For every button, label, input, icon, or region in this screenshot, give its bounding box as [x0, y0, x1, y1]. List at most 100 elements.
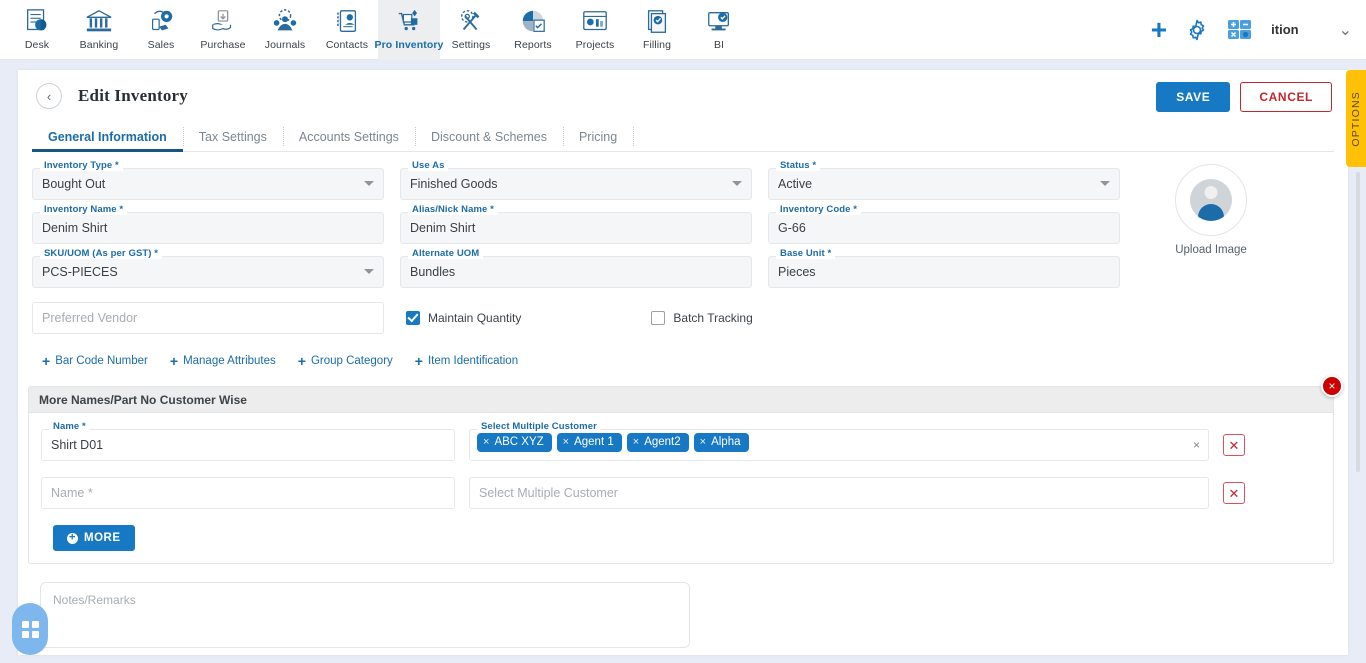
more-name-field-1[interactable]: Name *	[41, 421, 455, 461]
alias-name-field[interactable]: Alias/Nick Name *	[400, 204, 752, 244]
nav-item-list: Desk Banking Sales Purchase Journals Con…	[0, 0, 750, 60]
cancel-button[interactable]: CANCEL	[1240, 82, 1332, 112]
base-unit-input[interactable]	[768, 256, 1120, 288]
batch-tracking-checkbox[interactable]: Batch Tracking	[651, 311, 753, 325]
alternate-uom-field[interactable]: Alternate UOM	[400, 248, 752, 288]
nav-item-sales[interactable]: Sales	[130, 0, 192, 60]
select-multiple-customer-input-2[interactable]	[469, 477, 1209, 509]
vendor-and-options-row: Maintain Quantity Batch Tracking	[32, 302, 1334, 334]
nav-item-label: Sales	[147, 39, 175, 51]
preferred-vendor-field[interactable]	[32, 302, 384, 334]
page-title: Edit Inventory	[78, 86, 189, 105]
grid-cell	[31, 620, 39, 628]
more-names-panel: × More Names/Part No Customer Wise Name …	[28, 375, 1343, 564]
nav-item-label: Purchase	[200, 39, 246, 51]
inventory-type-field[interactable]: Inventory Type *	[32, 160, 384, 200]
add-bar-code-number-link[interactable]: + Bar Code Number	[42, 354, 148, 368]
tab-discount-schemes[interactable]: Discount & Schemes	[414, 122, 563, 151]
apps-grid-icon	[21, 620, 39, 638]
inventory-code-input[interactable]	[768, 212, 1120, 244]
panel-title: More Names/Part No Customer Wise	[29, 387, 1333, 413]
select-multiple-customer-field-2[interactable]	[469, 477, 1209, 509]
nav-item-projects[interactable]: Projects	[564, 0, 626, 60]
chip-remove-icon[interactable]: ×	[483, 436, 489, 448]
more-name-input-2[interactable]	[41, 477, 455, 509]
nav-item-label: BI	[713, 39, 725, 51]
chip-remove-icon[interactable]: ×	[700, 436, 706, 448]
customer-chip[interactable]: × Alpha	[693, 433, 749, 452]
sku-uom-field[interactable]: SKU/UOM (As per GST) *	[32, 248, 384, 288]
maintain-quantity-checkbox[interactable]: Maintain Quantity	[406, 311, 521, 325]
status-field[interactable]: Status *	[768, 160, 1120, 200]
preferred-vendor-input[interactable]	[32, 302, 384, 334]
reports-icon	[522, 10, 545, 32]
customer-chips: × ABC XYZ × Agent 1 × Agent2 × Alpha	[477, 433, 749, 452]
use-as-field[interactable]: Use As	[400, 160, 752, 200]
chip-remove-icon[interactable]: ×	[563, 436, 569, 448]
customer-chip[interactable]: × Agent2	[626, 433, 689, 452]
nav-item-reports[interactable]: Reports	[502, 0, 564, 60]
page-header: ‹ Edit Inventory SAVE CANCEL	[18, 70, 1348, 122]
nav-item-contacts[interactable]: Contacts	[316, 0, 378, 60]
add-more-button[interactable]: MORE	[53, 525, 135, 551]
use-as-label: Use As	[408, 160, 449, 171]
apps-grid-fab-button[interactable]	[12, 603, 48, 655]
notes-remarks-textarea[interactable]	[40, 582, 690, 648]
add-item-identification-link[interactable]: + Item Identification	[415, 354, 518, 368]
add-link-label: Item Identification	[427, 355, 519, 367]
gear-icon[interactable]	[1185, 18, 1209, 42]
nav-item-label: Filling	[642, 39, 672, 51]
status-select[interactable]	[768, 168, 1120, 200]
plus-circle-icon	[67, 532, 78, 544]
save-button[interactable]: SAVE	[1156, 82, 1231, 112]
grid-cell	[21, 620, 29, 628]
panel-close-button[interactable]: ×	[1321, 375, 1343, 397]
inventory-type-select[interactable]	[32, 168, 384, 200]
nav-item-filling[interactable]: Filling	[626, 0, 688, 60]
base-unit-field[interactable]: Base Unit *	[768, 248, 1120, 288]
alias-name-input[interactable]	[400, 212, 752, 244]
plus-icon: +	[169, 353, 179, 369]
more-name-input-1[interactable]	[41, 429, 455, 461]
sku-uom-select[interactable]	[32, 256, 384, 288]
inventory-name-input[interactable]	[32, 212, 384, 244]
chip-remove-icon[interactable]: ×	[633, 436, 639, 448]
delete-row-button-1[interactable]: ✕	[1223, 434, 1245, 456]
nav-item-purchase[interactable]: Purchase	[192, 0, 254, 60]
chevron-down-icon[interactable]: ⌄	[1339, 20, 1352, 40]
customer-chip[interactable]: × Agent 1	[556, 433, 622, 452]
inventory-name-field[interactable]: Inventory Name *	[32, 204, 384, 244]
add-plus-icon[interactable]: +	[1151, 15, 1167, 44]
upload-image-button[interactable]	[1175, 164, 1247, 236]
nav-item-pro-inventory[interactable]: Pro Inventory	[375, 0, 443, 60]
calculator-icon[interactable]	[1227, 18, 1253, 42]
alternate-uom-label: Alternate UOM	[408, 248, 484, 259]
tab-pricing[interactable]: Pricing	[562, 122, 633, 151]
add-group-category-link[interactable]: + Group Category	[298, 354, 393, 368]
journals-icon	[273, 9, 297, 31]
nav-item-banking[interactable]: Banking	[68, 0, 130, 60]
customer-chip[interactable]: × ABC XYZ	[477, 433, 552, 452]
clear-selection-icon[interactable]: ×	[1193, 438, 1200, 452]
options-side-tab[interactable]: OPTIONS	[1346, 70, 1366, 167]
tab-accounts-settings[interactable]: Accounts Settings	[282, 122, 415, 151]
tab-tax-settings[interactable]: Tax Settings	[182, 122, 283, 151]
plus-icon: +	[42, 353, 51, 369]
nav-item-desk[interactable]: Desk	[6, 0, 68, 60]
select-multiple-customer-field-1[interactable]: Select Multiple Customer × ABC XYZ × Age…	[469, 421, 1209, 461]
nav-item-label: Settings	[451, 39, 491, 51]
nav-item-settings[interactable]: Settings	[440, 0, 502, 60]
page-scrollbar[interactable]	[1356, 172, 1360, 472]
use-as-select[interactable]	[400, 168, 752, 200]
nav-item-label: Banking	[79, 39, 119, 51]
add-manage-attributes-link[interactable]: + Manage Attributes	[170, 354, 276, 368]
delete-row-button-2[interactable]: ✕	[1223, 482, 1245, 504]
more-name-field-2[interactable]	[41, 477, 455, 509]
back-button[interactable]: ‹	[36, 83, 62, 109]
nav-item-bi[interactable]: BI	[688, 0, 750, 60]
notes-section	[18, 564, 1348, 653]
inventory-code-field[interactable]: Inventory Code *	[768, 204, 1120, 244]
tab-general-information[interactable]: General Information	[32, 122, 183, 152]
alternate-uom-input[interactable]	[400, 256, 752, 288]
nav-item-journals[interactable]: Journals	[254, 0, 316, 60]
